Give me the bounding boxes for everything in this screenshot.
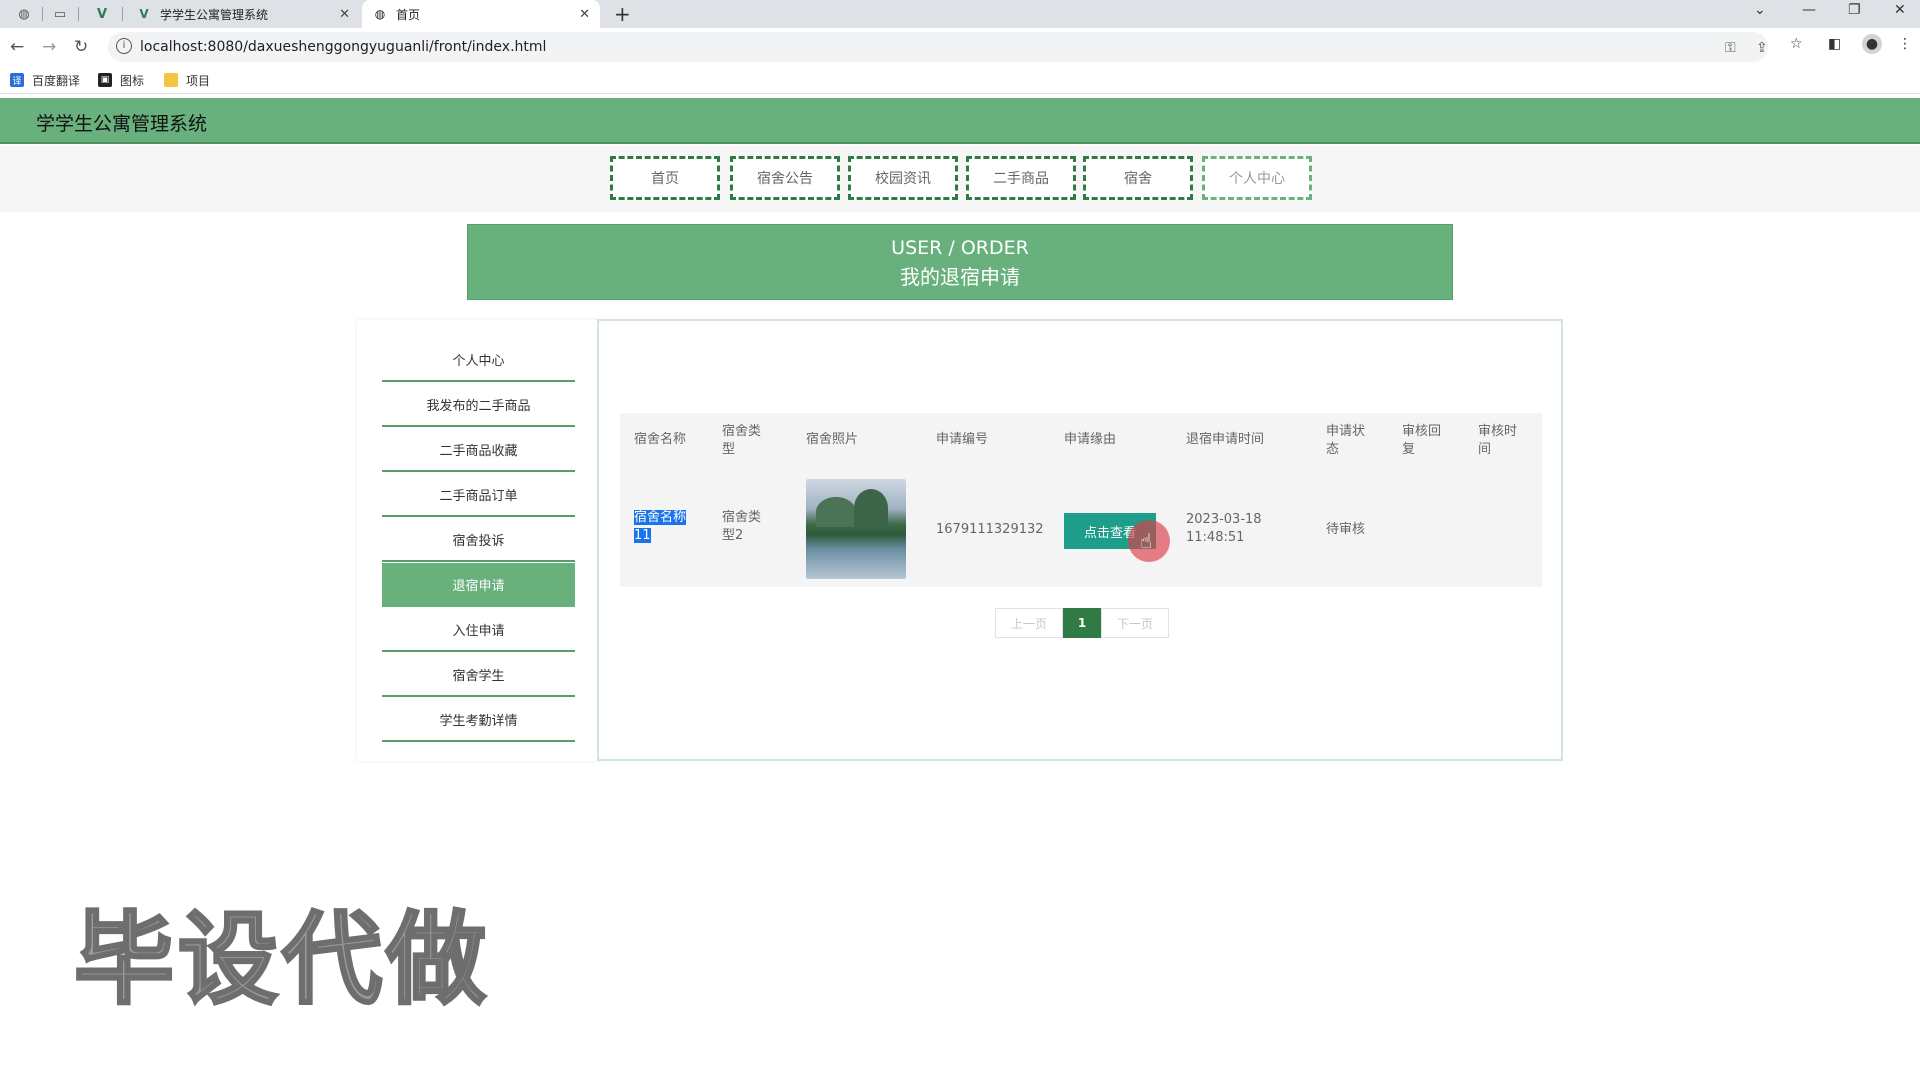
side-panel-icon[interactable]: ◧: [1828, 36, 1841, 52]
content-panel: 宿舍名称 宿舍类型 宿舍照片 申请编号 申请缘由 退宿申请时间 申请状态 审核回…: [597, 319, 1563, 761]
key-icon[interactable]: ⚿: [1725, 40, 1736, 56]
site-title: 学学生公寓管理系统: [36, 113, 208, 135]
side-item-checkout-apply[interactable]: 退宿申请: [382, 563, 575, 607]
bookmark-item[interactable]: 项目: [164, 71, 210, 89]
col-header-reply: 审核回复: [1402, 424, 1442, 457]
col-header-apply-number: 申请编号: [936, 432, 989, 447]
side-menu: 个人中心 我发布的二手商品 二手商品收藏 二手商品订单 宿舍投诉 退宿申请 入住…: [357, 320, 599, 761]
col-header-reason: 申请缘由: [1064, 432, 1117, 447]
bookmark-item[interactable]: 译 百度翻译: [10, 71, 80, 89]
photo-mountain: [854, 489, 888, 527]
close-icon[interactable]: ✕: [339, 7, 350, 22]
col-header-dorm-type: 宿舍类型: [722, 424, 762, 457]
address-bar[interactable]: i localhost:8080/daxueshenggongyuguanli/…: [108, 32, 1768, 62]
url-text[interactable]: localhost:8080/daxueshenggongyuguanli/fr…: [140, 39, 546, 55]
close-icon[interactable]: ✕: [579, 7, 590, 22]
checkout-table: 宿舍名称 宿舍类型 宿舍照片 申请编号 申请缘由 退宿申请时间 申请状态 审核回…: [620, 413, 1542, 587]
tab-title: 学学生公寓管理系统: [160, 7, 269, 22]
side-item-checkin-apply[interactable]: 入住申请: [382, 608, 575, 652]
col-header-status: 申请状态: [1326, 424, 1366, 457]
page-banner: USER / ORDER 我的退宿申请: [467, 224, 1453, 300]
side-item-my-goods[interactable]: 我发布的二手商品: [382, 383, 575, 427]
hand-cursor-icon: ☝: [1140, 529, 1153, 553]
nav-user-center[interactable]: 个人中心: [1202, 156, 1312, 200]
window-close-icon[interactable]: ✕: [1894, 2, 1906, 18]
bookmark-star-icon[interactable]: ☆: [1790, 36, 1803, 52]
dorm-photo: [806, 479, 906, 579]
prev-page-button[interactable]: 上一页: [995, 608, 1063, 638]
nav-home[interactable]: 首页: [610, 156, 720, 200]
banner-subtitle: USER / ORDER: [891, 237, 1029, 259]
translate-icon: 译: [10, 73, 24, 87]
tab-system[interactable]: V 学学生公寓管理系统 ✕: [126, 0, 360, 28]
bookmark-label: 百度翻译: [32, 73, 81, 88]
banner-title: 我的退宿申请: [900, 265, 1020, 289]
profile-icon[interactable]: ●: [1862, 34, 1882, 54]
new-tab-button[interactable]: +: [614, 2, 631, 26]
cell-dorm-name: 宿舍名称11: [634, 510, 687, 543]
tab-title: 首页: [396, 7, 421, 22]
image-icon: ▣: [98, 73, 112, 87]
minimize-icon[interactable]: —: [1802, 2, 1816, 18]
col-header-review-time: 审核时间: [1478, 424, 1518, 457]
next-page-button[interactable]: 下一页: [1101, 608, 1169, 638]
watermark-text: 毕设代做: [73, 900, 490, 1020]
table-row: 宿舍名称11: [634, 509, 696, 545]
col-header-dorm-name: 宿舍名称: [634, 432, 687, 447]
main-nav: 首页 宿舍公告 校园资讯 二手商品 宿舍 个人中心: [0, 146, 1920, 212]
bookmark-item[interactable]: ▣ 图标: [98, 71, 144, 89]
photo-mountain: [816, 497, 856, 527]
blank-page-icon[interactable]: ▭: [50, 4, 70, 24]
bookmark-label: 项目: [186, 73, 211, 88]
col-header-apply-time: 退宿申请时间: [1186, 432, 1265, 447]
nav-dorm-notice[interactable]: 宿舍公告: [730, 156, 840, 200]
nav-second-hand[interactable]: 二手商品: [966, 156, 1076, 200]
vue-logo-icon: V: [139, 7, 149, 21]
cell-apply-number: 1679111329132: [936, 522, 1044, 537]
side-item-dorm-complaint[interactable]: 宿舍投诉: [382, 518, 575, 562]
side-item-attendance[interactable]: 学生考勤详情: [382, 698, 575, 742]
nav-dorm[interactable]: 宿舍: [1083, 156, 1193, 200]
tab-search-icon[interactable]: ⌄: [1754, 2, 1766, 18]
share-icon[interactable]: ⇪: [1756, 40, 1768, 56]
cell-apply-time: 2023-03-18 11:48:51: [1186, 512, 1262, 545]
vue-logo-icon[interactable]: V: [92, 4, 112, 24]
cell-status: 待审核: [1326, 522, 1366, 537]
globe-icon[interactable]: ◍: [14, 4, 34, 24]
reload-icon[interactable]: ↻: [74, 37, 88, 57]
side-item-goods-favorites[interactable]: 二手商品收藏: [382, 428, 575, 472]
restore-icon[interactable]: ❐: [1848, 2, 1861, 18]
folder-icon: [164, 73, 178, 87]
tab-separator: [42, 7, 43, 21]
info-icon[interactable]: i: [116, 38, 132, 54]
col-header-dorm-photo: 宿舍照片: [806, 432, 859, 447]
nav-campus-news[interactable]: 校园资讯: [848, 156, 958, 200]
side-item-user-center[interactable]: 个人中心: [382, 338, 575, 382]
side-item-goods-orders[interactable]: 二手商品订单: [382, 473, 575, 517]
tab-home[interactable]: ◍ 首页 ✕: [362, 0, 600, 28]
tab-separator: [122, 7, 123, 21]
site-header: 学学生公寓管理系统: [0, 98, 1920, 144]
page-1-button[interactable]: 1: [1063, 608, 1101, 638]
browser-tabstrip: ◍ ▭ V V 学学生公寓管理系统 ✕ ◍ 首页 ✕ + ⌄ — ❐ ✕: [0, 0, 1920, 28]
globe-icon: ◍: [374, 7, 386, 21]
side-item-dorm-students[interactable]: 宿舍学生: [382, 653, 575, 697]
bookmark-label: 图标: [120, 73, 145, 88]
menu-icon[interactable]: ⋮: [1898, 36, 1912, 52]
address-toolbar: ← → ↻ i localhost:8080/daxueshenggongyug…: [0, 28, 1920, 66]
bookmarks-bar: 译 百度翻译 ▣ 图标 项目: [0, 66, 1920, 94]
cell-dorm-type: 宿舍类型2: [722, 510, 762, 543]
tab-separator: [78, 7, 79, 21]
back-icon[interactable]: ←: [10, 37, 24, 57]
forward-icon[interactable]: →: [42, 37, 56, 57]
